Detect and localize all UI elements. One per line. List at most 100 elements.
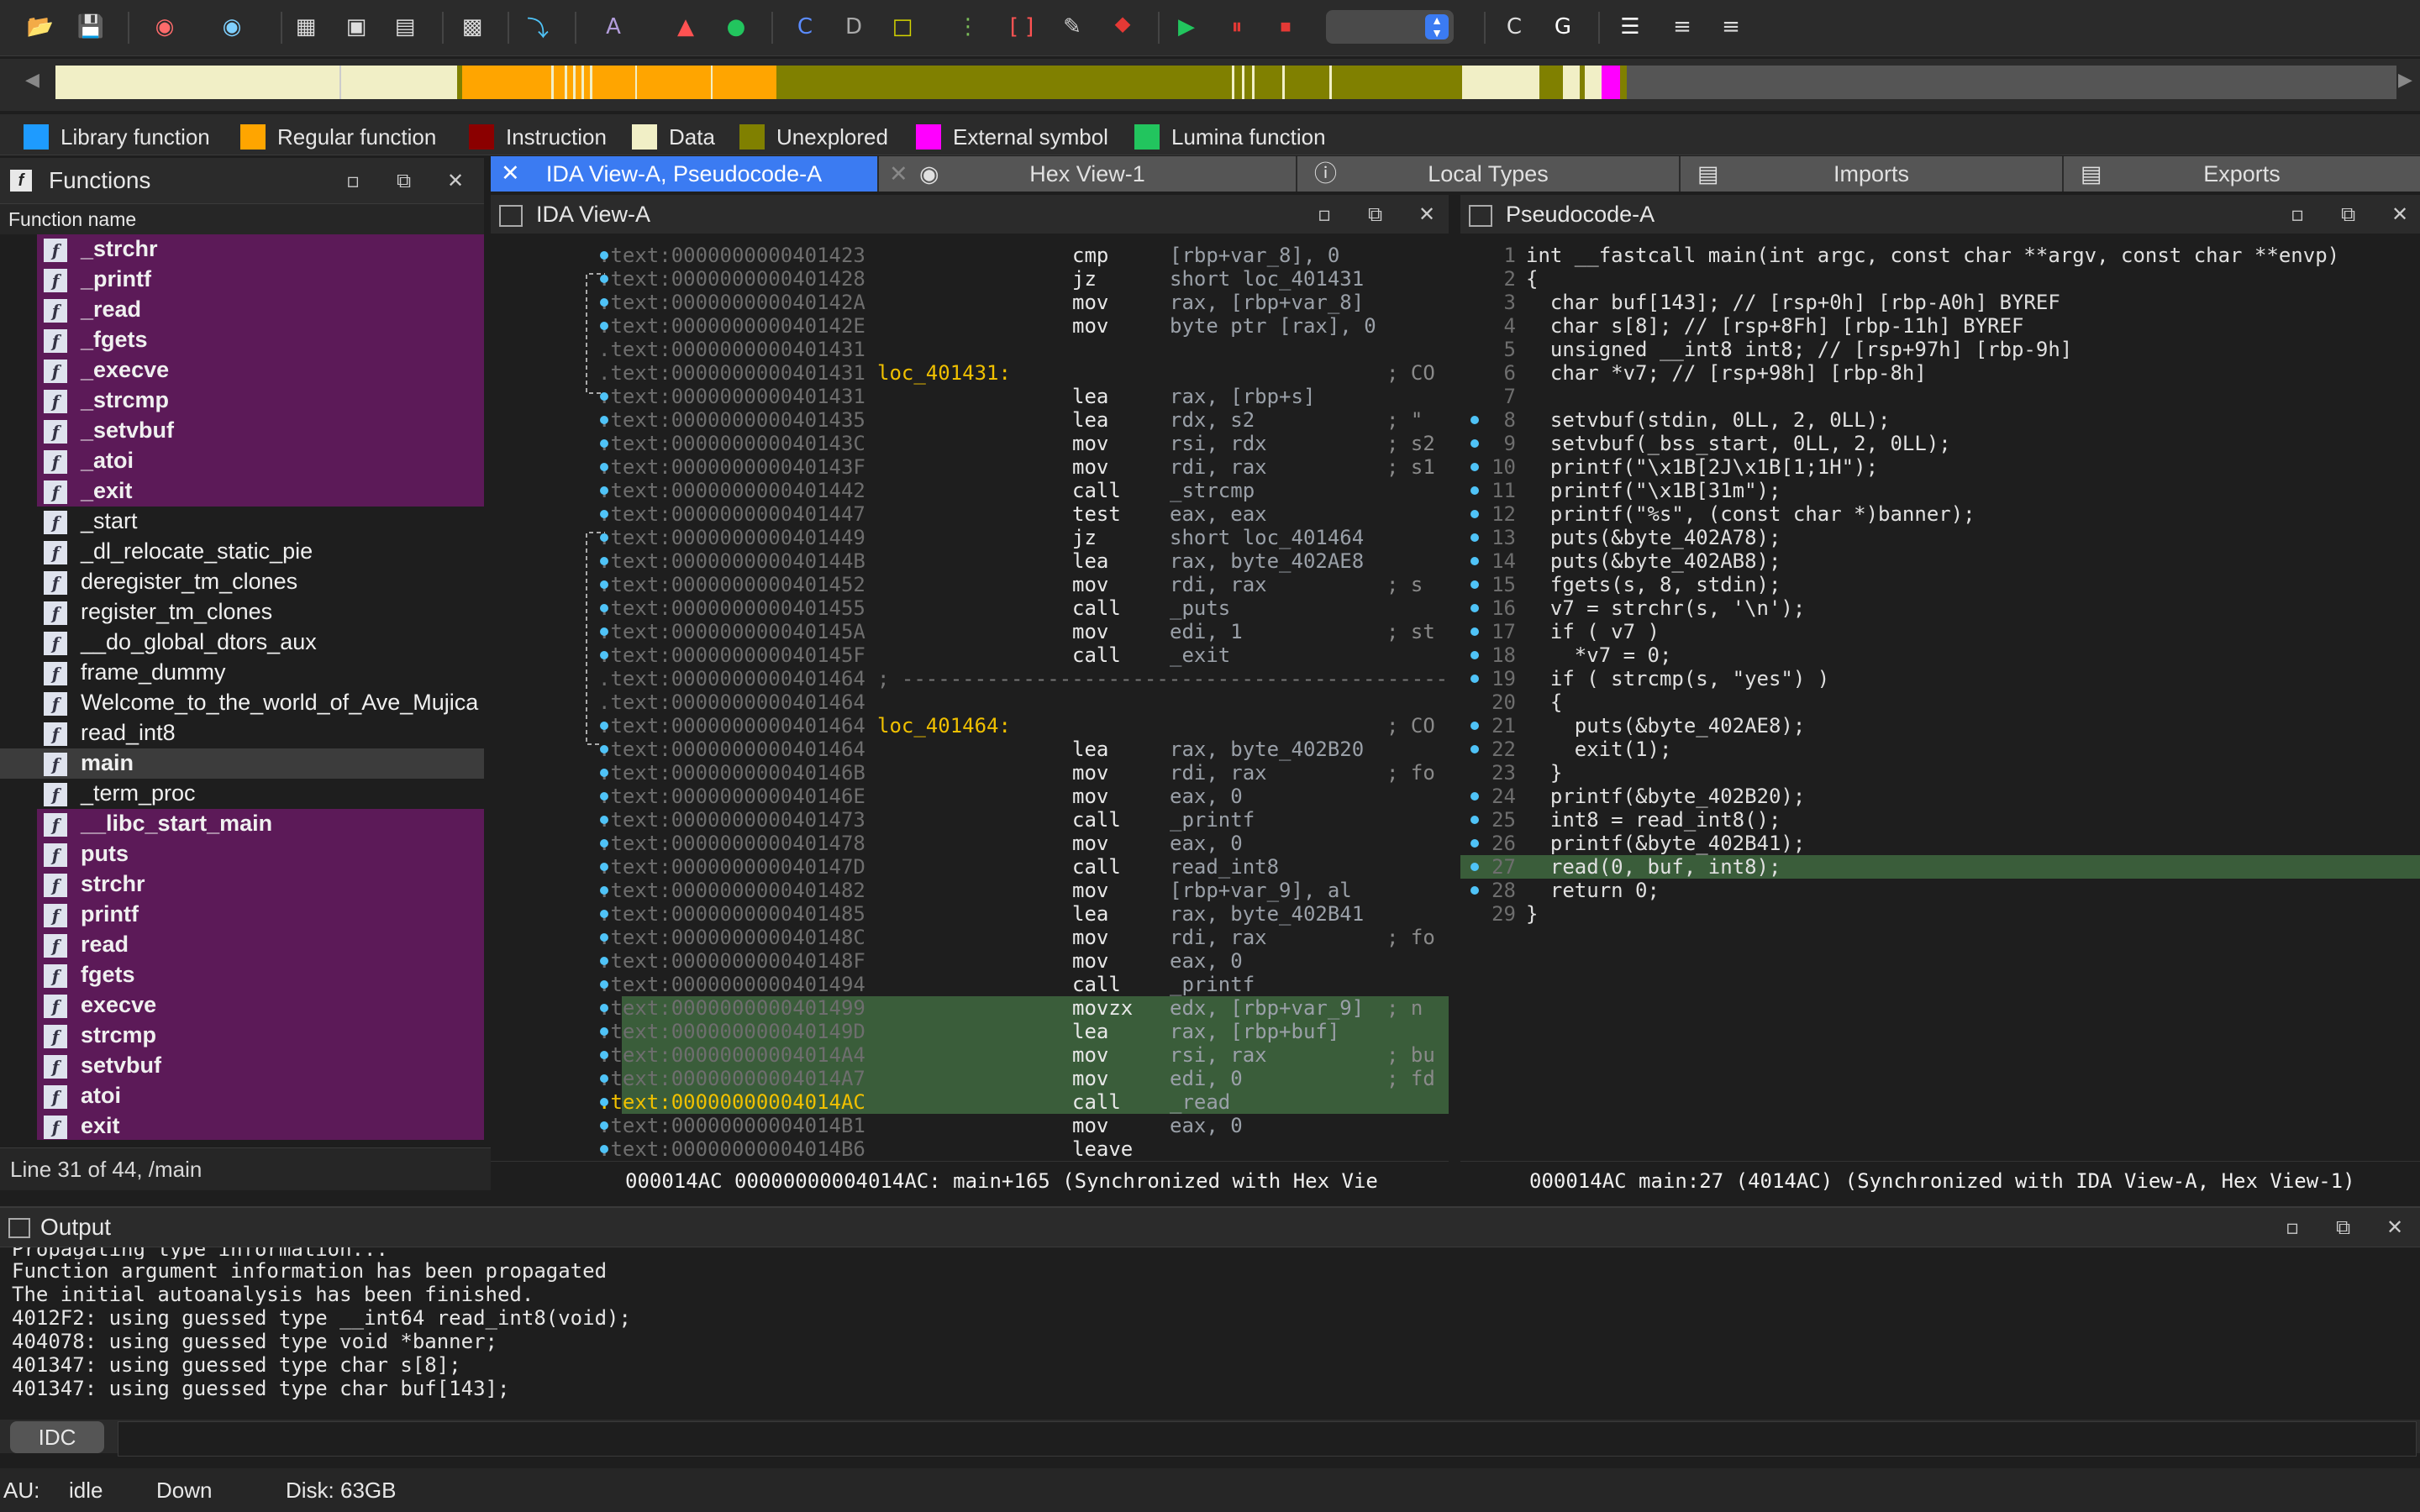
color-icon[interactable]: ▲ [669, 10, 702, 44]
pseudocode-line[interactable]: 3 char buf[143]; // [rsp+0h] [rbp-A0h] B… [1460, 291, 2420, 314]
column-header[interactable]: Function name [0, 204, 484, 234]
function-row[interactable]: f _execve [37, 355, 484, 386]
undefine-icon[interactable]: □ [886, 10, 919, 44]
asm-row[interactable]: .text:000000000040146B mov rdi, rax ; fo [491, 761, 1449, 785]
forward-icon[interactable]: ◉ [215, 10, 249, 44]
function-row[interactable]: f __do_global_dtors_aux [0, 627, 484, 658]
breakpoint-dot[interactable] [600, 298, 608, 307]
asm-row[interactable]: .text:0000000000401464 loc_401464: ; CO [491, 714, 1449, 738]
stop-icon[interactable]: ⏹ [1269, 10, 1302, 44]
asm-row[interactable]: .text:0000000000401473 call _printf [491, 808, 1449, 832]
breakpoint-dot[interactable] [1470, 486, 1479, 495]
function-row[interactable]: f _setvbuf [37, 416, 484, 446]
pseudocode-line[interactable]: 13 puts(&byte_402A78); [1460, 526, 2420, 549]
function-row[interactable]: f _dl_relocate_static_pie [0, 537, 484, 567]
asm-row[interactable]: .text:00000000004014A4 mov rsi, rax ; bu [598, 1043, 1449, 1067]
function-row[interactable]: f _strchr [37, 234, 484, 265]
pseudocode-line[interactable]: 14 puts(&byte_402AB8); [1460, 549, 2420, 573]
float-icon[interactable]: ⧉ [1368, 195, 1382, 234]
float-icon[interactable]: ⧉ [397, 158, 411, 203]
output-log[interactable]: Propagating type information... Function… [0, 1247, 2420, 1404]
struct-icon[interactable]: ▩ [455, 10, 489, 44]
asm-row[interactable]: .text:0000000000401455 call _puts [491, 596, 1449, 620]
asm-row[interactable]: .text:000000000040144B lea rax, byte_402AE… [491, 549, 1449, 573]
asm-row[interactable]: .text:0000000000401464 ; ----------------… [491, 667, 1449, 690]
function-row[interactable]: f __libc_start_main [37, 809, 484, 839]
stop-sign-icon[interactable]: ⯁ [1106, 10, 1139, 44]
breakpoint-dot[interactable] [600, 980, 608, 989]
breakpoint-dot[interactable] [600, 392, 608, 401]
breakpoint-dot[interactable] [600, 251, 608, 260]
pseudocode-line[interactable]: 9 setvbuf(_bss_start, 0LL, 2, 0LL); [1460, 432, 2420, 455]
asm-row[interactable]: .text:000000000040146E mov eax, 0 [491, 785, 1449, 808]
breakpoint-dot[interactable] [600, 486, 608, 495]
asm-row[interactable]: .text:000000000040142A mov rax, [rbp+var_8… [491, 291, 1449, 314]
breakpoint-dot[interactable] [600, 322, 608, 330]
breakpoint-dot[interactable] [1470, 816, 1479, 824]
function-row[interactable]: f exit [37, 1111, 484, 1140]
asm-row[interactable]: .text:0000000000401447 test eax, eax [491, 502, 1449, 526]
breakpoint-dot[interactable] [600, 463, 608, 471]
minimize-icon[interactable]: ▫ [2291, 195, 2304, 234]
pseudocode-line[interactable]: 24 printf(&byte_402B20); [1460, 785, 2420, 808]
asm-row[interactable]: .text:0000000000401482 mov [rbp+var_9], al [491, 879, 1449, 902]
pseudocode-line[interactable]: 4 char s[8]; // [rsp+8Fh] [rbp-11h] BYRE… [1460, 314, 2420, 338]
text-icon[interactable]: ▣ [339, 10, 373, 44]
breakpoint-dot[interactable] [600, 933, 608, 942]
pause-icon[interactable]: ⏸ [1220, 10, 1254, 44]
asm-row[interactable]: .text:000000000040145F call _exit [491, 643, 1449, 667]
breakpoint-dot[interactable] [1470, 580, 1479, 589]
dup-icon[interactable]: ⋮ [951, 10, 985, 44]
breakpoint-dot[interactable] [1470, 533, 1479, 542]
function-row[interactable]: f _start [0, 507, 484, 537]
pseudocode-line[interactable]: 6 char *v7; // [rsp+98h] [rbp-8h] [1460, 361, 2420, 385]
close-tab-icon[interactable]: ✕ [889, 156, 908, 192]
breakpoint-dot[interactable] [600, 275, 608, 283]
idc-language-button[interactable]: IDC [10, 1421, 104, 1453]
close-icon[interactable]: ✕ [1418, 195, 1435, 234]
open-icon[interactable]: 📂 [24, 10, 57, 44]
minimize-icon[interactable]: ▫ [2286, 1208, 2299, 1247]
pseudocode-line[interactable]: 23 } [1460, 761, 2420, 785]
breakpoint-dot[interactable] [600, 792, 608, 801]
float-icon[interactable]: ⧉ [2336, 1208, 2350, 1247]
function-row[interactable]: f _strcmp [37, 386, 484, 416]
asm-row[interactable]: .text:000000000040145A mov edi, 1 ; st [491, 620, 1449, 643]
asm-row[interactable]: .text:0000000000401431 loc_401431: ; CO [491, 361, 1449, 385]
breakpoint-dot[interactable] [1470, 557, 1479, 565]
function-row[interactable]: f frame_dummy [0, 658, 484, 688]
asm-row[interactable]: .text:000000000040148C mov rdi, rax ; fo [491, 926, 1449, 949]
breakpoint-dot[interactable] [600, 1098, 608, 1106]
breakpoint-dot[interactable] [600, 627, 608, 636]
breakpoint-dot[interactable] [1470, 675, 1479, 683]
back-icon[interactable]: ◉ [148, 10, 182, 44]
navigation-strip[interactable] [55, 66, 2396, 99]
breakpoint-dot[interactable] [1470, 722, 1479, 730]
pseudocode-line[interactable]: 29} [1460, 902, 2420, 926]
asm-row[interactable]: .text:000000000040142E mov byte ptr [rax],… [491, 314, 1449, 338]
function-row[interactable]: f _fgets [37, 325, 484, 355]
breakpoint-dot[interactable] [1470, 839, 1479, 848]
pseudocode-line[interactable]: 19 if ( strcmp(s, "yes") ) [1460, 667, 2420, 690]
patch-icon[interactable]: [ ] [1005, 10, 1039, 44]
save-icon[interactable]: 💾 [74, 10, 108, 44]
pseudocode-line[interactable]: 27 read(0, buf, int8); [1460, 855, 2420, 879]
function-row[interactable]: f _atoi [37, 446, 484, 476]
pseudocode-line[interactable]: 5 unsigned __int8 int8; // [rsp+97h] [rb… [1460, 338, 2420, 361]
pseudocode-line[interactable]: 1 int __fastcall main(int argc, const cha… [1460, 244, 2420, 267]
breakpoint-dot[interactable] [1470, 439, 1479, 448]
asm-row[interactable]: .text:0000000000401485 lea rax, byte_402B4… [491, 902, 1449, 926]
asm-row[interactable]: .text:0000000000401499 movzx edx, [rbp+var… [598, 996, 1449, 1020]
list2-icon[interactable]: ≡ [1665, 10, 1699, 44]
asm-row[interactable]: .text:0000000000401494 call _printf [491, 973, 1449, 996]
string-icon[interactable]: A [597, 10, 630, 44]
function-row[interactable]: f _read [37, 295, 484, 325]
disassembly-listing[interactable]: .text:0000000000401423 cmp [rbp+var_8], 0.… [491, 244, 1449, 1159]
pseudocode-line[interactable]: 21 puts(&byte_402AE8); [1460, 714, 2420, 738]
function-row[interactable]: f register_tm_clones [0, 597, 484, 627]
breakpoint-dot[interactable] [600, 839, 608, 848]
pseudocode-line[interactable]: 2{ [1460, 267, 2420, 291]
function-row[interactable]: f deregister_tm_clones [0, 567, 484, 597]
breakpoint-dot[interactable] [600, 769, 608, 777]
close-icon[interactable]: ✕ [2391, 195, 2408, 234]
